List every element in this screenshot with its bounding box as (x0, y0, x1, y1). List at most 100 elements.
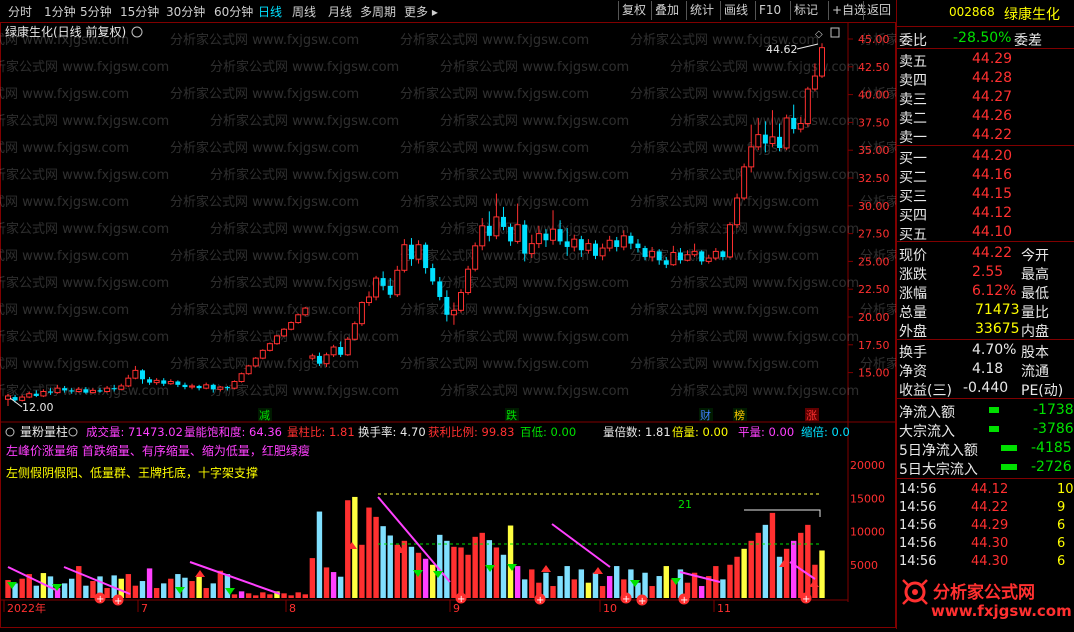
price-tick: 37.50 (858, 116, 890, 129)
volume-bar (69, 578, 75, 598)
quote-stat-row: 外盘 33675 内盘 (899, 321, 1049, 340)
volume-bar (153, 588, 160, 598)
svg-text:量粉量柱: 量粉量柱 (20, 424, 68, 439)
svg-text:分析家公式网 www.fxjgsw.com: 分析家公式网 www.fxjgsw.com (0, 113, 169, 129)
svg-text:分析家公式网 www.fxjgsw.com: 分析家公式网 www.fxjgsw.com (170, 302, 359, 318)
volume-bar (649, 586, 655, 598)
period-9[interactable]: 多周期 (360, 3, 396, 20)
candle (358, 301, 365, 326)
tick-row: 14:56 44.30 6 (899, 536, 1066, 551)
candle (472, 242, 479, 272)
weibi-value: -28.50% (953, 30, 1012, 46)
tick-row: 14:56 44.12 10 (899, 482, 1074, 497)
candle (748, 124, 755, 173)
candle (465, 265, 472, 295)
period-3[interactable]: 15分钟 (120, 3, 159, 20)
toolbar-button-4[interactable]: F10 (755, 1, 784, 20)
volume-bars (5, 496, 825, 598)
volume-bar (203, 588, 209, 598)
svg-text:分析家公式网 www.fxjgsw.com: 分析家公式网 www.fxjgsw.com (210, 59, 399, 75)
price-tick: 20.00 (858, 311, 890, 324)
event-marker[interactable]: 财 (699, 408, 713, 422)
volume-bar (401, 540, 408, 598)
candle (132, 365, 139, 380)
date-label: 9 (453, 602, 460, 615)
svg-text:分析家公式网 www.fxjgsw.com: 分析家公式网 www.fxjgsw.com (400, 32, 589, 48)
svg-text:涨: 涨 (806, 409, 817, 422)
svg-text:分析家公式网 www.fxjgsw.com: 分析家公式网 www.fxjgsw.com (0, 194, 129, 210)
volume-bar (762, 524, 769, 598)
quote-stat-row: 净资 4.18 流通 (899, 361, 1049, 380)
period-7[interactable]: 周线 (292, 3, 316, 20)
toolbar-button-5[interactable]: 标记 (790, 1, 821, 20)
flow-row: 5日净流入额 -4185 (899, 440, 1072, 459)
indicator-stat: 倍量: 0.00 (672, 425, 728, 439)
volume-bar (146, 568, 153, 598)
event-marker[interactable]: 榜 (733, 408, 747, 422)
candle (458, 289, 465, 313)
date-label: 2022年 (7, 601, 46, 615)
flow-row: 净流入额 -1738 (899, 402, 1074, 421)
period-0[interactable]: 分时 (8, 3, 32, 20)
stock-code: 002868 (949, 5, 995, 19)
period-2[interactable]: 5分钟 (80, 3, 112, 20)
volume-bar (90, 581, 96, 598)
price-tick: 45.00 (858, 33, 890, 46)
flow-row: 5日大宗流入 -2726 (899, 459, 1072, 478)
candle (330, 344, 337, 358)
candle (245, 364, 252, 375)
candle (783, 114, 790, 151)
volume-bar (359, 544, 365, 598)
toolbar-button-7[interactable]: 返回 (863, 1, 894, 20)
quote-stat-row: 收益(三) -0.440 PE(动) (899, 380, 1064, 399)
event-marker[interactable]: 跌 (505, 408, 519, 422)
quote-stat-row: 涨幅 6.12% 最低 (899, 283, 1049, 302)
volume-bar (642, 572, 648, 598)
event-marker[interactable]: 减 (258, 408, 272, 422)
kline-chart[interactable]: 分析家公式网 www.fxjgsw.com分析家公式网 www.fxjgsw.c… (0, 22, 896, 629)
svg-text:分析家公式网 www.fxjgsw.com: 分析家公式网 www.fxjgsw.com (210, 275, 399, 291)
candle (5, 393, 11, 406)
toolbar-button-1[interactable]: 叠加 (651, 1, 682, 20)
volume-bar (76, 566, 82, 598)
svg-text:分析家公式网 www.fxjgsw.com: 分析家公式网 www.fxjgsw.com (0, 329, 169, 345)
period-4[interactable]: 30分钟 (166, 3, 205, 20)
price-tick: 32.50 (858, 172, 890, 185)
volume-bar (493, 547, 500, 598)
svg-text:+: + (536, 595, 544, 606)
volume-bar (366, 507, 372, 598)
period-10[interactable]: 更多 ▸ (404, 3, 438, 20)
period-5[interactable]: 60分钟 (214, 3, 253, 20)
svg-text:+: + (638, 596, 646, 607)
svg-text:分析家公式网 www.fxjgsw.com: 分析家公式网 www.fxjgsw.com (670, 275, 859, 291)
period-6[interactable]: 日线 (258, 3, 282, 20)
panel-toggle-icon[interactable] (830, 27, 840, 38)
volume-bar (217, 570, 224, 598)
volume-bar (253, 595, 259, 598)
volume-bar (429, 564, 436, 598)
price-tick: 27.50 (858, 228, 890, 241)
candle (273, 334, 280, 345)
event-marker[interactable]: 涨 (805, 408, 819, 422)
candle (726, 222, 733, 259)
candle (288, 321, 295, 331)
indicator-stat: 换手率: 4.70 (358, 425, 426, 439)
toolbar-button-2[interactable]: 统计 (686, 1, 717, 20)
volume-bar (656, 576, 662, 598)
toolbar-button-0[interactable]: 复权 (618, 1, 649, 20)
svg-text:分析家公式网 www.fxjgsw.com: 分析家公式网 www.fxjgsw.com (0, 59, 169, 75)
svg-text:分析家公式网 www.fxjgsw.com: 分析家公式网 www.fxjgsw.com (670, 59, 859, 75)
candle (344, 337, 351, 356)
svg-text:跌: 跌 (506, 408, 517, 422)
svg-text:分析家公式网 www.fxjgsw.com: 分析家公式网 www.fxjgsw.com (210, 383, 399, 399)
period-8[interactable]: 月线 (328, 3, 352, 20)
toolbar-button-3[interactable]: 画线 (720, 1, 751, 20)
svg-text:分析家公式网 www.fxjgsw.com: 分析家公式网 www.fxjgsw.com (170, 194, 359, 210)
date-label: 11 (717, 602, 731, 615)
tick-row: 14:56 44.30 6 (899, 554, 1066, 569)
volume-bar (139, 581, 146, 598)
weibi-row: 委比 -28.50% 委差 (899, 30, 1042, 49)
title-dropdown-icon[interactable] (131, 26, 143, 38)
period-1[interactable]: 1分钟 (44, 3, 76, 20)
volume-bar (698, 586, 705, 598)
